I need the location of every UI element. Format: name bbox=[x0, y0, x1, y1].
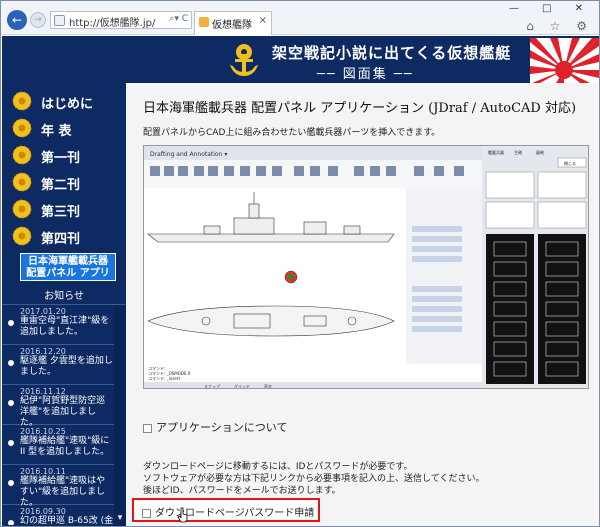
news-date: 2016.09.30 bbox=[20, 507, 66, 516]
browser-chrome: ← → http://仮想艦隊.jp/ ⌕▾ C 仮想艦隊 × — □ ✕ ⌂ … bbox=[1, 1, 599, 35]
cad-status-bar: グリッド bbox=[234, 383, 250, 389]
app-screenshot: Drafting and Annotation ▾ コマンド: コマンド: _O… bbox=[143, 145, 589, 389]
address-text[interactable]: http://仮想艦隊.jp/ bbox=[69, 14, 155, 29]
bullet-icon bbox=[8, 360, 14, 366]
news-text: 艦隊補給艦"速吸"級に II 型を追加しました。 bbox=[20, 436, 110, 457]
tab-favicon bbox=[199, 17, 209, 27]
news-heading: お知らせ bbox=[2, 289, 126, 305]
anchor-emblem-icon bbox=[230, 44, 258, 76]
parts-panel-close: 閉じる bbox=[564, 160, 576, 166]
address-bar[interactable]: http://仮想艦隊.jp/ ⌕▾ C bbox=[50, 11, 192, 29]
site-subtitle: ── 図面集 ── bbox=[317, 67, 414, 82]
search-icon[interactable]: ⌕▾ C bbox=[169, 14, 188, 24]
rising-sun-flag-icon bbox=[530, 38, 599, 83]
tab-close-icon[interactable]: × bbox=[259, 15, 267, 26]
news-item[interactable]: 2016.10.25 艦隊補給艦"速吸"級に II 型を追加しました。 bbox=[2, 425, 114, 465]
parts-panel-tab: 副砲 bbox=[536, 149, 544, 155]
chrysanthemum-icon bbox=[12, 172, 32, 192]
parts-panel-tab: 艦載兵器 bbox=[488, 149, 504, 155]
sidebar-item-label: 第四刊 bbox=[41, 232, 81, 247]
chrysanthemum-icon bbox=[12, 118, 32, 138]
cad-turret-selection bbox=[284, 270, 298, 284]
download-instructions: ダウンロードページに移動するには、IDとパスワードが必要です。 ソフトウェアが必… bbox=[143, 461, 484, 497]
bullet-icon bbox=[8, 400, 14, 406]
sidebar-item-label: 第二刊 bbox=[41, 178, 81, 193]
cad-title: Drafting and Annotation ▾ bbox=[150, 151, 227, 158]
news-list: 2017.01.20 重雷空母"直江津"級を追加しました。 2016.12.20… bbox=[2, 305, 114, 525]
bullet-icon bbox=[8, 480, 14, 486]
news-text: 幻の超甲巡 B-65改 (金剛代艦) を追加しました。 bbox=[20, 516, 114, 525]
page-title: 日本海軍艦載兵器 配置パネル アプリケーション (JDraf / AutoCAD… bbox=[143, 101, 577, 116]
news-item[interactable]: 2017.01.20 重雷空母"直江津"級を追加しました。 bbox=[2, 305, 114, 345]
app-panel-button[interactable]: 日本海軍艦載兵器 配置パネル アプリ bbox=[20, 253, 116, 281]
sidebar-item-label: 第一刊 bbox=[41, 151, 81, 166]
download-line: 後ほどID、パスワードをメールでお送りします。 bbox=[143, 486, 341, 496]
chrysanthemum-icon bbox=[12, 226, 32, 246]
news-date: 2016.10.25 bbox=[20, 427, 66, 436]
cad-screenshot-image: Drafting and Annotation ▾ コマンド: コマンド: _O… bbox=[144, 146, 588, 389]
bullet-icon bbox=[8, 520, 14, 525]
bullet-icon bbox=[8, 440, 14, 446]
sidebar-item-intro[interactable]: はじめに bbox=[8, 88, 120, 113]
site-header: 架空戦記小説に出てくる仮想艦艇 ── 図面集 ── bbox=[2, 36, 599, 117]
chrysanthemum-icon bbox=[12, 199, 32, 219]
window-controls[interactable]: — □ ✕ bbox=[509, 3, 593, 14]
checkbox-icon bbox=[142, 508, 151, 518]
sidebar-item-label: 第三刊 bbox=[41, 205, 81, 220]
forward-button[interactable]: → bbox=[30, 12, 46, 28]
download-line: ソフトウェアが必要な方は下記リンクから必要事項を記入の上、送信してください。 bbox=[143, 474, 485, 484]
download-password-request-link[interactable]: ダウンロードページパスワード申請 bbox=[132, 498, 320, 522]
sidebar-item-vol3[interactable]: 第三刊 bbox=[8, 196, 120, 221]
app-button-line1: 日本海軍艦載兵器 bbox=[28, 256, 108, 267]
browser-tab[interactable]: 仮想艦隊 × bbox=[194, 11, 272, 35]
page-description: 配置パネルからCAD上に組み合わせたい艦載兵器パーツを挿入できます。 bbox=[143, 128, 441, 138]
cad-status-bar: 直交 bbox=[264, 383, 272, 389]
browser-window: ← → http://仮想艦隊.jp/ ⌕▾ C 仮想艦隊 × — □ ✕ ⌂ … bbox=[0, 0, 600, 527]
back-button[interactable]: ← bbox=[7, 10, 27, 30]
sidebar-item-label: 年 表 bbox=[41, 124, 72, 139]
news-item[interactable]: 2016.11.12 紀伊"阿賀野型防空巡洋艦"を追加しました。 bbox=[2, 385, 114, 428]
news-date: 2016.12.20 bbox=[20, 347, 66, 356]
site-title: 架空戦記小説に出てくる仮想艦艇 bbox=[272, 44, 512, 62]
news-item[interactable]: 2016.12.20 駆逐艦 夕雲型を追加しました。 bbox=[2, 345, 114, 385]
checkbox-icon bbox=[143, 423, 152, 433]
chrysanthemum-icon bbox=[12, 145, 32, 165]
tab-title: 仮想艦隊 bbox=[212, 20, 252, 31]
sidebar-scrollbar[interactable]: ▾ bbox=[114, 305, 126, 526]
cad-status-bar: スナップ bbox=[204, 383, 220, 389]
news-text: 重雷空母"直江津"級を追加しました。 bbox=[20, 316, 110, 337]
news-text: 駆逐艦 夕雲型を追加しました。 bbox=[20, 356, 113, 377]
sidebar-item-vol4[interactable]: 第四刊 bbox=[8, 223, 120, 248]
sidebar-item-label: はじめに bbox=[41, 97, 94, 112]
about-heading[interactable]: アプリケーションについて bbox=[143, 419, 287, 435]
sidebar-item-vol1[interactable]: 第一刊 bbox=[8, 142, 120, 167]
bullet-icon bbox=[8, 320, 14, 326]
news-item[interactable]: 2016.09.30 幻の超甲巡 B-65改 (金剛代艦) を追加しました。 bbox=[2, 505, 114, 525]
news-date: 2017.01.20 bbox=[20, 307, 66, 316]
hand-cursor-icon bbox=[177, 507, 188, 523]
chrysanthemum-icon bbox=[12, 91, 32, 111]
app-button-line2: 配置パネル アプリ bbox=[26, 268, 110, 279]
download-line: ダウンロードページに移動するには、IDとパスワードが必要です。 bbox=[143, 462, 413, 472]
news-date: 2016.11.12 bbox=[20, 387, 66, 396]
main-content: 日本海軍艦載兵器 配置パネル アプリケーション (JDraf / AutoCAD… bbox=[126, 83, 599, 526]
chevron-down-icon[interactable]: ▾ bbox=[114, 512, 126, 524]
sidebar-item-vol2[interactable]: 第二刊 bbox=[8, 169, 120, 194]
sidebar: はじめに 年 表 第一刊 第二刊 第三刊 第四刊 日本海軍艦載兵器 配置パネル … bbox=[2, 83, 126, 526]
news-date: 2016.10.11 bbox=[20, 467, 66, 476]
about-heading-text: アプリケーションについて bbox=[156, 421, 288, 434]
toolbar-icons[interactable]: ⌂ ☆ ⚙ bbox=[526, 19, 593, 33]
news-item[interactable]: 2016.10.11 艦隊補給艦"速吸はやすい"級を追加しました。 bbox=[2, 465, 114, 508]
parts-panel-tab: 主砲 bbox=[514, 149, 522, 155]
page-icon bbox=[54, 15, 65, 26]
cad-command-line: コマンド: _insert bbox=[148, 376, 180, 381]
sidebar-item-timeline[interactable]: 年 表 bbox=[8, 115, 120, 140]
